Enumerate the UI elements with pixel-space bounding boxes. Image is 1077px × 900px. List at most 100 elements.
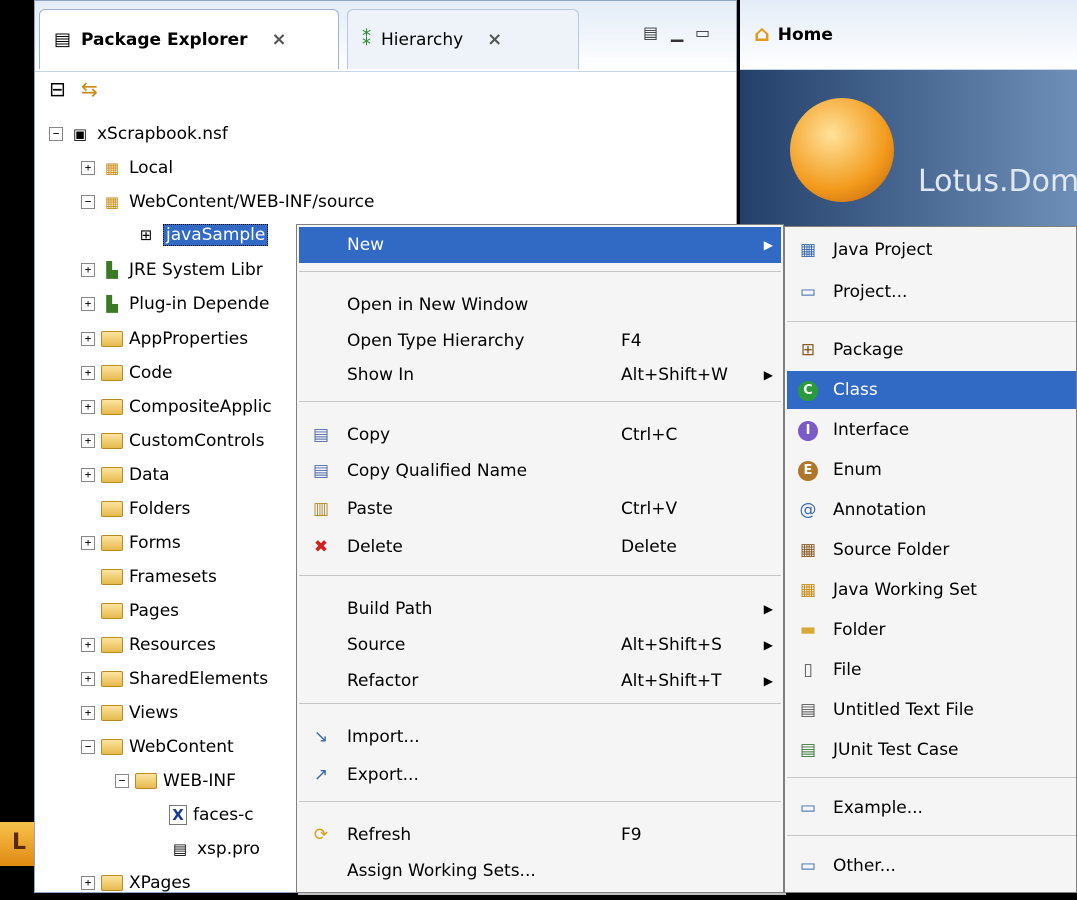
new-submenu-item[interactable]: ▭ Example... — [787, 789, 1076, 827]
context-menu-item[interactable]: ▤ Copy Ctrl+C — [299, 417, 781, 453]
expand-icon[interactable]: + — [81, 706, 95, 720]
refresh-icon: ⟳ — [313, 825, 329, 845]
tab-package-explorer[interactable]: ▤ Package Explorer × — [39, 9, 339, 69]
minimize-icon[interactable]: ▁ — [671, 23, 683, 42]
collapse-icon[interactable]: − — [49, 127, 63, 141]
new-submenu-item-label: Java Project — [833, 240, 933, 260]
tree-item-label: faces-c — [193, 805, 254, 825]
view-menu-icon[interactable]: ▤ — [643, 23, 658, 42]
tree-item-label: Data — [129, 465, 170, 485]
tree-item[interactable]: − WEB-INF — [115, 764, 236, 798]
expand-icon[interactable]: + — [81, 366, 95, 380]
tree-item[interactable]: ▤ xsp.pro — [149, 832, 260, 866]
expand-icon[interactable]: + — [81, 876, 95, 890]
folder-icon — [101, 603, 123, 619]
tree-item[interactable]: + Data — [81, 458, 170, 492]
folder-icon — [101, 637, 123, 653]
tree-item-label: Pages — [129, 601, 180, 621]
new-submenu-item[interactable]: @ Annotation — [787, 491, 1076, 529]
close-icon[interactable]: × — [487, 29, 502, 50]
tree-item[interactable]: + Views — [81, 696, 178, 730]
context-menu-item[interactable]: Source Alt+Shift+S ▶ — [299, 627, 781, 663]
maximize-icon[interactable]: ▭ — [695, 23, 710, 42]
link-with-editor-icon[interactable]: ⇆ — [81, 77, 98, 101]
tree-item[interactable]: + XPages — [81, 866, 191, 900]
tab-hierarchy[interactable]: ⁑ Hierarchy × — [347, 9, 579, 69]
collapse-icon[interactable]: − — [115, 774, 129, 788]
tree-item[interactable]: + CompositeApplic — [81, 390, 272, 424]
tree-item[interactable]: Folders — [81, 492, 190, 526]
tree-item[interactable]: + SharedElements — [81, 662, 268, 696]
submenu-arrow-icon: ▶ — [763, 674, 773, 688]
context-menu-item[interactable]: Open in New Window — [299, 287, 781, 323]
new-submenu-item[interactable]: E Enum — [787, 451, 1076, 489]
new-submenu-item[interactable]: ⊞ Package — [787, 331, 1076, 369]
close-icon[interactable]: × — [272, 29, 287, 50]
tree-item-label: WebContent — [129, 737, 234, 757]
context-menu-item[interactable]: ✖ Delete Delete — [299, 529, 781, 565]
expand-icon[interactable]: + — [81, 297, 95, 311]
tree-item[interactable]: + Forms — [81, 526, 181, 560]
tree-item[interactable]: Xfaces-c — [149, 798, 254, 832]
folder-icon — [101, 569, 123, 585]
package-icon: ⊞ — [800, 340, 816, 360]
tree-item[interactable]: − ▣ xScrapbook.nsf — [49, 117, 228, 151]
tree-item[interactable]: − ▦ WebContent/WEB-INF/source — [81, 185, 374, 219]
tree-item[interactable]: + ▙ JRE System Libr — [81, 253, 263, 287]
new-submenu-item[interactable]: ▦ Java Project — [787, 231, 1076, 269]
expand-icon[interactable]: + — [81, 332, 95, 346]
tree-item[interactable]: Pages — [81, 594, 179, 628]
collapse-icon[interactable]: − — [81, 740, 95, 754]
new-submenu-item[interactable]: ▯ File — [787, 651, 1076, 689]
expand-icon[interactable]: + — [81, 263, 95, 277]
project-icon: ▣ — [72, 125, 88, 143]
lotus-logo-tile: L — [0, 822, 34, 866]
collapse-icon[interactable]: − — [81, 195, 95, 209]
expand-icon[interactable]: + — [81, 434, 95, 448]
context-menu-item[interactable]: ▤ Copy Qualified Name — [299, 453, 781, 489]
context-menu-item[interactable]: Refactor Alt+Shift+T ▶ — [299, 663, 781, 699]
context-menu-item[interactable]: Assign Working Sets... — [299, 853, 781, 889]
new-submenu-item[interactable]: ▤ Untitled Text File — [787, 691, 1076, 729]
tree-item[interactable]: + Code — [81, 356, 173, 390]
tree-item[interactable]: + Resources — [81, 628, 216, 662]
tree-item[interactable]: − WebContent — [81, 730, 234, 764]
context-menu-item[interactable]: ⟳ Refresh F9 — [299, 817, 781, 853]
new-submenu-item[interactable]: ▬ Folder — [787, 611, 1076, 649]
tree-item[interactable]: ⊞ javaSample — [115, 218, 269, 252]
tab-home[interactable]: ⌂ Home — [740, 0, 1077, 70]
expand-icon[interactable]: + — [81, 400, 95, 414]
new-submenu-item-label: Untitled Text File — [833, 700, 974, 720]
context-menu-item[interactable]: Show In Alt+Shift+W ▶ — [299, 357, 781, 393]
tree-item[interactable]: + AppProperties — [81, 322, 248, 356]
expand-icon[interactable]: + — [81, 468, 95, 482]
submenu-arrow-icon: ▶ — [763, 368, 773, 382]
tree-item[interactable]: Framesets — [81, 560, 217, 594]
expand-icon[interactable]: + — [81, 161, 95, 175]
new-submenu-item[interactable]: C Class — [787, 371, 1076, 409]
context-menu-item[interactable]: ↘ Import... — [299, 719, 781, 755]
expand-icon[interactable]: + — [81, 536, 95, 550]
context-menu-item[interactable]: Open Type Hierarchy F4 — [299, 323, 781, 359]
text-file-icon: ▤ — [799, 700, 817, 720]
tree-item[interactable]: + ▙ Plug-in Depende — [81, 287, 269, 321]
tree-item[interactable]: + ▦ Local — [81, 151, 173, 185]
context-menu-item-label: Import... — [347, 727, 420, 747]
collapse-all-icon[interactable]: ⊟ — [49, 77, 66, 101]
new-submenu-item[interactable]: ▤ JUnit Test Case — [787, 731, 1076, 769]
context-menu-item[interactable]: ↗ Export... — [299, 757, 781, 793]
new-submenu-item[interactable]: ▦ Source Folder — [787, 531, 1076, 569]
new-submenu-item[interactable]: ▭ Project... — [787, 273, 1076, 311]
expand-icon[interactable]: + — [81, 638, 95, 652]
new-submenu-item[interactable]: ▦ Java Working Set — [787, 571, 1076, 609]
tree-item[interactable]: + CustomControls — [81, 424, 264, 458]
context-menu-item[interactable]: ▥ Paste Ctrl+V — [299, 491, 781, 527]
context-menu-item[interactable]: Build Path ▶ — [299, 591, 781, 627]
new-submenu-item[interactable]: ▭ Other... — [787, 847, 1076, 885]
expand-icon[interactable]: + — [81, 672, 95, 686]
new-submenu-item[interactable]: I Interface — [787, 411, 1076, 449]
source-folder-icon: ▦ — [799, 540, 817, 560]
context-menu-item[interactable]: New ▶ — [299, 227, 781, 263]
menu-separator — [299, 575, 781, 576]
file-icon: ▯ — [803, 660, 813, 680]
